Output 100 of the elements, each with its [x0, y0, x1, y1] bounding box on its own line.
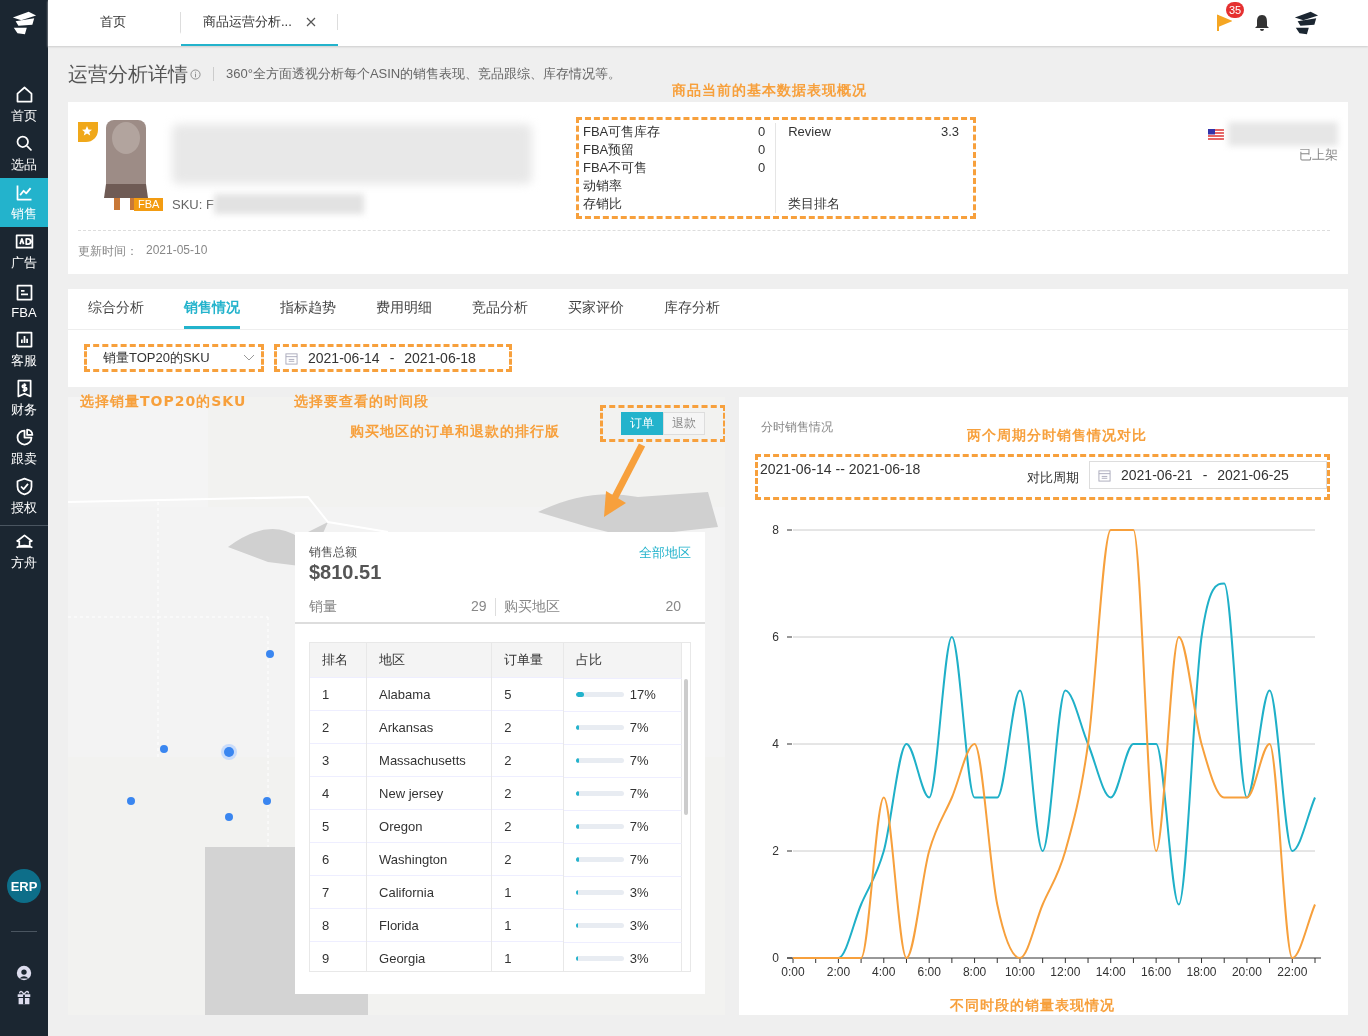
page-title: 运营分析详情 — [68, 61, 188, 87]
share-bar — [575, 956, 624, 961]
table-cell: Florida — [366, 908, 492, 942]
table-cell: 2 — [491, 809, 564, 843]
nav-item[interactable]: 授权 — [0, 472, 48, 521]
caret-icon — [243, 354, 255, 362]
total-label: 销售总额 — [309, 544, 358, 561]
nav-item[interactable]: 客服 — [0, 325, 48, 374]
table-cell: 5 — [310, 809, 367, 843]
annotation-text: 选择要查看的时间段 — [294, 393, 430, 411]
metric-label: 存销比 — [583, 195, 622, 213]
kpi-label: 销量 — [309, 598, 337, 616]
table-cell: 8 — [310, 908, 367, 942]
x-tick-label: 2:00 — [826, 965, 851, 979]
gift-icon[interactable] — [15, 988, 33, 1006]
star-badge-icon — [78, 122, 98, 142]
compare-date-field[interactable]: 2021-06-21 - 2021-06-25 — [1089, 461, 1327, 490]
column-header: 地区 — [366, 643, 492, 678]
table-cell: 4 — [310, 776, 367, 810]
share-text: 7% — [629, 786, 649, 801]
kpi-label: 购买地区 — [503, 598, 560, 616]
bell-icon[interactable] — [1254, 14, 1270, 32]
table-cell: 1 — [491, 941, 564, 971]
x-tick-label: 18:00 — [1186, 965, 1217, 979]
table-cell: 2 — [491, 743, 564, 777]
nav-item[interactable]: 选品 — [0, 129, 48, 178]
x-tick-label: 8:00 — [962, 965, 987, 979]
share-bar — [575, 758, 624, 763]
nav-item[interactable]: 跟卖 — [0, 423, 48, 472]
table-cell: 7 — [310, 875, 367, 909]
nav-item[interactable]: FBA — [0, 276, 48, 325]
x-tick-label: 0:00 — [781, 965, 805, 979]
metric-value: 0 — [757, 123, 766, 141]
share-bar — [575, 857, 624, 862]
annotation-text: 选择销量TOP20的SKU — [80, 393, 247, 411]
table-cell: Arkansas — [366, 710, 492, 744]
x-tick-label: 12:00 — [1050, 965, 1081, 979]
share-text: 3% — [629, 885, 649, 900]
support-icon[interactable] — [15, 964, 33, 982]
notification-badge: 35 — [1226, 2, 1245, 18]
table-cell: California — [366, 875, 492, 909]
section-tab[interactable]: 竞品分析 — [472, 289, 528, 329]
period-text: 2021-06-14 -- 2021-06-18 — [760, 461, 921, 478]
table-cell: 1 — [491, 875, 564, 909]
calendar-icon — [285, 351, 298, 365]
section-tab[interactable]: 综合分析 — [88, 289, 144, 329]
compare-label: 对比周期 — [1027, 469, 1079, 488]
table-cell: 9 — [310, 941, 367, 971]
calendar-icon — [1098, 468, 1111, 482]
close-icon[interactable] — [305, 17, 316, 27]
table-cell: Washington — [366, 842, 492, 876]
x-tick-label: 4:00 — [872, 965, 896, 979]
nav-item[interactable]: 广告 — [0, 227, 48, 276]
metric-label: 类目排名 — [788, 195, 842, 213]
toggle-button[interactable]: 退款 — [663, 412, 705, 435]
share-text: 3% — [629, 918, 649, 933]
metric-label: 动销率 — [583, 177, 622, 195]
annotation-text: 两个周期分时销售情况对比 — [967, 426, 1147, 445]
sku-label: SKU: F — [172, 196, 214, 212]
nav-item[interactable]: 首页 — [0, 80, 48, 129]
share-text: 7% — [629, 720, 649, 735]
nav-item[interactable]: 方舟 — [0, 525, 48, 577]
table-cell: 2 — [491, 710, 564, 744]
table-cell: 2 — [491, 842, 564, 876]
metric-label: FBA预留 — [583, 141, 635, 159]
share-bar — [575, 890, 624, 895]
updated-date: 2021-05-10 — [146, 243, 208, 259]
chart-title: 分时销售情况 — [761, 419, 833, 437]
flag-icon[interactable] — [1216, 14, 1232, 32]
x-tick-label: 10:00 — [1004, 965, 1035, 979]
nav-item[interactable]: 财务 — [0, 374, 48, 423]
x-tick-label: 6:00 — [917, 965, 941, 979]
section-tab[interactable]: 库存分析 — [664, 289, 720, 329]
page-tab[interactable]: 商品运营分析... — [181, 0, 338, 46]
annotation-text: 购买地区的订单和退款的排行版 — [350, 423, 560, 441]
fba-tag: FBA — [134, 198, 164, 211]
section-tab[interactable]: 买家评价 — [568, 289, 624, 329]
sku-dropdown[interactable]: 销量TOP20的SKU — [84, 344, 264, 372]
share-text: 7% — [629, 819, 649, 834]
avatar-icon[interactable] — [1292, 10, 1320, 36]
page-tab[interactable]: 首页 — [48, 12, 181, 34]
share-text: 7% — [629, 753, 649, 768]
table-cell: 3 — [310, 743, 367, 777]
table-cell: Oregon — [366, 809, 492, 843]
table-cell: 1 — [491, 908, 564, 942]
share-text: 7% — [629, 852, 649, 867]
date-range-field[interactable]: 2021-06-14 - 2021-06-18 — [274, 344, 512, 372]
metric-value: 3.3 — [940, 123, 959, 141]
table-cell: 2 — [491, 776, 564, 810]
erp-button[interactable]: ERP — [7, 869, 41, 903]
column-header: 占比 — [563, 643, 682, 678]
table-cell: Massachusetts — [366, 743, 492, 777]
table-cell: 2 — [310, 710, 367, 744]
section-tab[interactable]: 指标趋势 — [280, 289, 336, 329]
share-bar — [575, 692, 624, 697]
scrollbar[interactable] — [684, 679, 688, 815]
column-header: 订单量 — [491, 643, 564, 678]
section-tab[interactable]: 费用明细 — [376, 289, 432, 329]
table-cell: 5 — [491, 677, 564, 711]
y-tick-label: 0 — [772, 951, 779, 965]
